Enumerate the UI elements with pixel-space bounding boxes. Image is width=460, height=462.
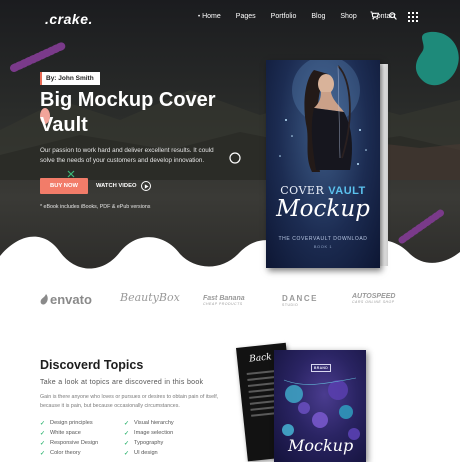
- cover-subtitle: THE COVERVAULT DOWNLOAD: [278, 236, 368, 242]
- hero-wave-divider: [0, 236, 460, 282]
- book-brand-tag: BRAND: [311, 364, 331, 372]
- nav-item-blog[interactable]: Blog: [311, 13, 325, 20]
- check-icon: ✓: [124, 450, 130, 457]
- check-icon: ✓: [40, 450, 46, 457]
- decor-x-mark: [67, 170, 75, 178]
- list-item: ✓ Color theory: [40, 450, 81, 457]
- nav-item-portfolio[interactable]: Portfolio: [271, 13, 297, 20]
- brand-logo-dance[interactable]: DANCE STUDIO: [282, 294, 318, 307]
- hero-section: .crake. • Home Pages Portfolio Blog Shop …: [0, 0, 460, 282]
- cover-subtitle-book: BOOK 1: [313, 244, 333, 249]
- hero-title: Big Mockup Cover Vault: [40, 89, 216, 136]
- topics-list-left: ✓ Design principles ✓ White space ✓ Respons…: [40, 418, 98, 458]
- brand-logo-beautybox[interactable]: BeautyBox: [120, 291, 180, 304]
- grid-menu-icon[interactable]: [408, 11, 418, 22]
- book-front-cover: BRAND Mockup: [274, 350, 366, 462]
- decor-teal-blob: [415, 31, 459, 86]
- decor-stripe-shape: [10, 42, 66, 72]
- check-icon: ✓: [40, 420, 46, 427]
- list-item: ✓ Typography: [124, 440, 164, 447]
- topics-subtitle: Take a look at topics are discovered in …: [40, 379, 204, 386]
- search-icon[interactable]: [389, 11, 397, 22]
- cover-title-line2: Mockup: [276, 196, 370, 222]
- watch-video-label: WATCH VIDEO: [96, 183, 137, 189]
- book-mockup: COVER VAULT Mockup THE COVERVAULT DOWNLO…: [266, 60, 388, 268]
- watch-video-button[interactable]: WATCH VIDEO: [96, 181, 152, 191]
- site-logo[interactable]: .crake.: [45, 11, 93, 27]
- check-icon: ✓: [124, 420, 130, 427]
- list-item: ✓ UI design: [124, 450, 158, 457]
- book-cover: COVER VAULT Mockup THE COVERVAULT DOWNLO…: [266, 60, 380, 268]
- partner-logos: envato BeautyBox Fast Banana CHEAP PRODUC…: [0, 282, 460, 322]
- book-front-title: Mockup: [288, 436, 354, 455]
- check-icon: ✓: [40, 440, 46, 447]
- cover-illustration: [279, 60, 367, 172]
- brand-logo-autospeed[interactable]: AUTOSPEED CARS ONLINE SHOP: [352, 293, 395, 304]
- nav-item-pages[interactable]: Pages: [236, 13, 256, 20]
- envato-leaf-icon: [40, 294, 48, 305]
- list-item: ✓ Visual hierarchy: [124, 420, 174, 427]
- list-item: ✓ White space: [40, 430, 81, 437]
- brand-logo-fastbanana[interactable]: Fast Banana CHEAP PRODUCTS: [203, 295, 245, 306]
- top-navbar: .crake. • Home Pages Portfolio Blog Shop …: [0, 0, 460, 36]
- play-icon[interactable]: [141, 181, 152, 191]
- decor-ring: [229, 152, 241, 164]
- author-badge: By: John Smith: [40, 72, 100, 85]
- hero-note: * eBook includes iBooks, PDF & ePub vers…: [40, 204, 151, 210]
- check-icon: ✓: [40, 430, 46, 437]
- cart-icon[interactable]: [370, 11, 380, 22]
- brand-logo-envato[interactable]: envato: [40, 292, 92, 307]
- list-item: ✓ Design principles: [40, 420, 93, 427]
- nav-icons: [370, 11, 418, 22]
- nav-item-shop[interactable]: Shop: [340, 13, 356, 20]
- list-item: ✓ Responsive Design: [40, 440, 99, 447]
- list-item: ✓ Image selection: [124, 430, 174, 437]
- buy-now-button[interactable]: BUY NOW: [40, 178, 88, 194]
- active-bullet-icon: •: [198, 14, 201, 20]
- topics-list-right: ✓ Visual hierarchy ✓ Image selection ✓ Typo…: [124, 418, 174, 458]
- topics-title: Discoverd Topics: [40, 358, 144, 372]
- check-icon: ✓: [124, 440, 130, 447]
- book-back-title: Back: [248, 352, 273, 365]
- topics-description: Gain is there anyone who loves or pursue…: [40, 394, 219, 409]
- check-icon: ✓: [124, 430, 130, 437]
- nav-item-home[interactable]: • Home: [198, 13, 221, 20]
- hero-description: Our passion to work hard and deliver exc…: [40, 147, 214, 164]
